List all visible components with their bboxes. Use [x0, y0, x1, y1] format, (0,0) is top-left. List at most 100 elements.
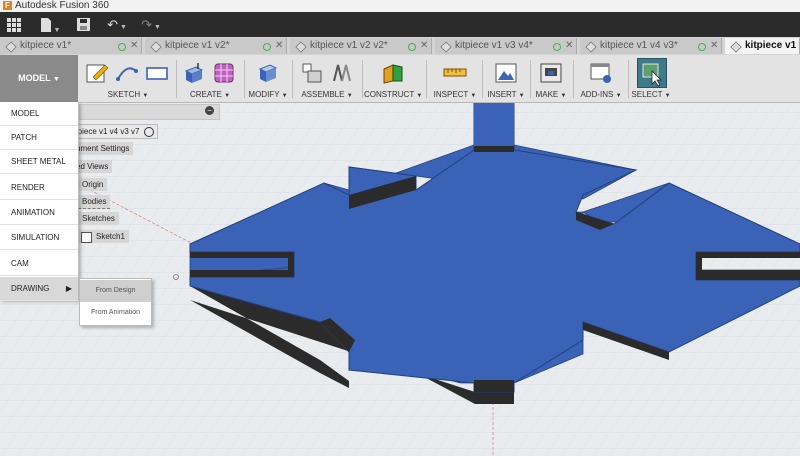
fusion-app-icon: F — [3, 1, 12, 10]
joint-icon[interactable] — [330, 61, 354, 85]
3d-print-icon[interactable] — [539, 61, 563, 85]
grid-icon[interactable] — [4, 15, 24, 34]
submenu-label: From Design — [95, 287, 136, 294]
browser-panel-header[interactable]: − — [78, 104, 220, 120]
sketch-label: SKETCH — [107, 90, 141, 99]
document-tab[interactable]: kitpiece v1 v3 v4* ✕ — [435, 38, 577, 54]
select-group[interactable]: SELECT ▼ — [630, 55, 672, 102]
document-tab[interactable]: kitpiece v1 v2 v2* ✕ — [290, 38, 432, 54]
insert-group[interactable]: INSERT ▼ — [484, 55, 528, 102]
close-icon[interactable]: ✕ — [275, 38, 283, 54]
form-icon[interactable] — [212, 61, 236, 85]
file-icon[interactable]: ▼ — [38, 15, 62, 34]
menu-item-cam[interactable]: CAM — [0, 252, 78, 276]
divider — [628, 60, 629, 98]
menu-label: CAM — [11, 259, 29, 268]
document-tab[interactable]: kitpiece v1 v4 v3* ✕ — [580, 38, 722, 54]
chevron-down-icon: ▼ — [470, 93, 477, 99]
chevron-down-icon: ▼ — [664, 93, 671, 99]
submenu-item-from-animation[interactable]: From Animation — [80, 302, 151, 324]
press-pull-icon[interactable] — [256, 61, 280, 85]
close-icon[interactable]: ✕ — [420, 38, 428, 54]
divider — [362, 60, 363, 98]
inspect-group[interactable]: INSPECT ▼ — [430, 55, 480, 102]
chevron-down-icon: ▼ — [224, 93, 231, 99]
status-dot-icon — [118, 43, 126, 51]
menu-item-sheet-metal[interactable]: SHEET METAL — [0, 150, 78, 174]
document-tab-active[interactable]: kitpiece v1 v — [725, 38, 800, 67]
sketch-group[interactable]: SKETCH ▼ — [82, 55, 174, 102]
scripts-icon[interactable] — [589, 61, 613, 85]
close-icon[interactable]: ✕ — [565, 38, 573, 54]
select-tool-active[interactable] — [637, 58, 667, 88]
collapse-icon[interactable]: − — [205, 106, 214, 115]
measure-icon[interactable] — [443, 61, 467, 85]
save-icon[interactable] — [74, 15, 92, 34]
close-icon[interactable]: ✕ — [710, 38, 718, 54]
tab-label: kitpiece v1 v2 v2* — [310, 40, 388, 51]
menu-item-drawing[interactable]: DRAWING ▶ — [0, 277, 78, 301]
divider — [292, 60, 293, 98]
browser-node-bodies[interactable]: Bodies — [78, 195, 111, 209]
make-group[interactable]: MAKE ▼ — [532, 55, 570, 102]
line-icon[interactable] — [115, 61, 139, 85]
browser-node-document-settings[interactable]: ument Settings — [72, 142, 134, 155]
chevron-down-icon: ▼ — [518, 93, 525, 99]
rectangle-icon[interactable] — [145, 61, 169, 85]
insert-image-icon[interactable] — [494, 61, 518, 85]
node-label: Sketches — [82, 214, 115, 223]
menu-item-simulation[interactable]: SIMULATION — [0, 226, 78, 250]
menu-label: MODEL — [11, 109, 40, 118]
new-component-icon[interactable] — [300, 61, 324, 85]
extrude-icon[interactable] — [182, 61, 206, 85]
quick-access-toolbar: ▼ ↶ ▼ ↷ ▼ — [0, 12, 800, 37]
create-sketch-icon[interactable] — [85, 61, 109, 85]
construct-label: CONSTRUCT — [364, 90, 415, 99]
status-dot-icon — [553, 43, 561, 51]
chevron-down-icon: ▼ — [416, 93, 423, 99]
root-node-label: rpiece v1 v4 v3 v7 — [75, 127, 140, 136]
divider — [176, 60, 177, 98]
menu-label: RENDER — [11, 183, 45, 192]
node-label: ument Settings — [76, 144, 130, 153]
part-icon — [295, 41, 307, 53]
part-icon — [730, 41, 742, 53]
document-tab[interactable]: kitpiece v1 v2* ✕ — [145, 38, 287, 54]
browser-node-origin[interactable]: Origin — [78, 178, 108, 191]
addins-group[interactable]: ADD-INS ▼ — [576, 55, 626, 102]
redo-icon[interactable]: ↷ ▼ — [138, 15, 164, 34]
menu-item-animation[interactable]: ANIMATION — [0, 201, 78, 225]
menu-item-render[interactable]: RENDER — [0, 176, 78, 200]
submenu-arrow-icon: ▶ — [65, 284, 72, 293]
menu-item-patch[interactable]: PATCH — [0, 126, 78, 150]
create-group[interactable]: CREATE ▼ — [178, 55, 242, 102]
modify-group[interactable]: MODIFY ▼ — [246, 55, 290, 102]
radio-icon[interactable] — [144, 127, 155, 137]
document-tab-strip: kitpiece v1* ✕ kitpiece v1 v2* ✕ kitpiec… — [0, 37, 800, 67]
menu-item-model[interactable]: MODEL — [0, 102, 78, 126]
workspace-switcher-button[interactable]: MODEL ▼ — [0, 55, 78, 102]
tab-label: kitpiece v1* — [20, 40, 72, 51]
browser-node-sketch1[interactable]: Sketch1 — [78, 230, 129, 243]
browser-root-node[interactable]: rpiece v1 v4 v3 v7 — [70, 124, 159, 139]
top-slot-wall — [474, 146, 514, 152]
divider — [482, 60, 483, 98]
undo-icon[interactable]: ↶ ▼ — [104, 15, 130, 34]
construct-group[interactable]: CONSTRUCT ▼ — [364, 55, 422, 102]
offset-plane-icon[interactable] — [381, 61, 405, 85]
window-title: Autodesk Fusion 360 — [15, 0, 109, 11]
node-label: Sketch1 — [96, 232, 125, 241]
node-label: Origin — [82, 180, 104, 189]
document-tab[interactable]: kitpiece v1* ✕ — [0, 38, 142, 54]
sketch-icon — [81, 232, 92, 243]
status-dot-icon — [263, 43, 271, 51]
submenu-item-from-design[interactable]: From Design — [80, 280, 151, 302]
menu-label: SIMULATION — [11, 233, 60, 242]
modify-label: MODIFY — [248, 90, 280, 99]
browser-node-sketches[interactable]: Sketches — [78, 212, 119, 225]
assemble-group[interactable]: ASSEMBLE ▼ — [294, 55, 360, 102]
status-dot-icon — [408, 43, 416, 51]
close-icon[interactable]: ✕ — [130, 38, 138, 54]
node-label: Bodies — [82, 197, 107, 206]
caret-down-icon: ▼ — [52, 76, 60, 83]
